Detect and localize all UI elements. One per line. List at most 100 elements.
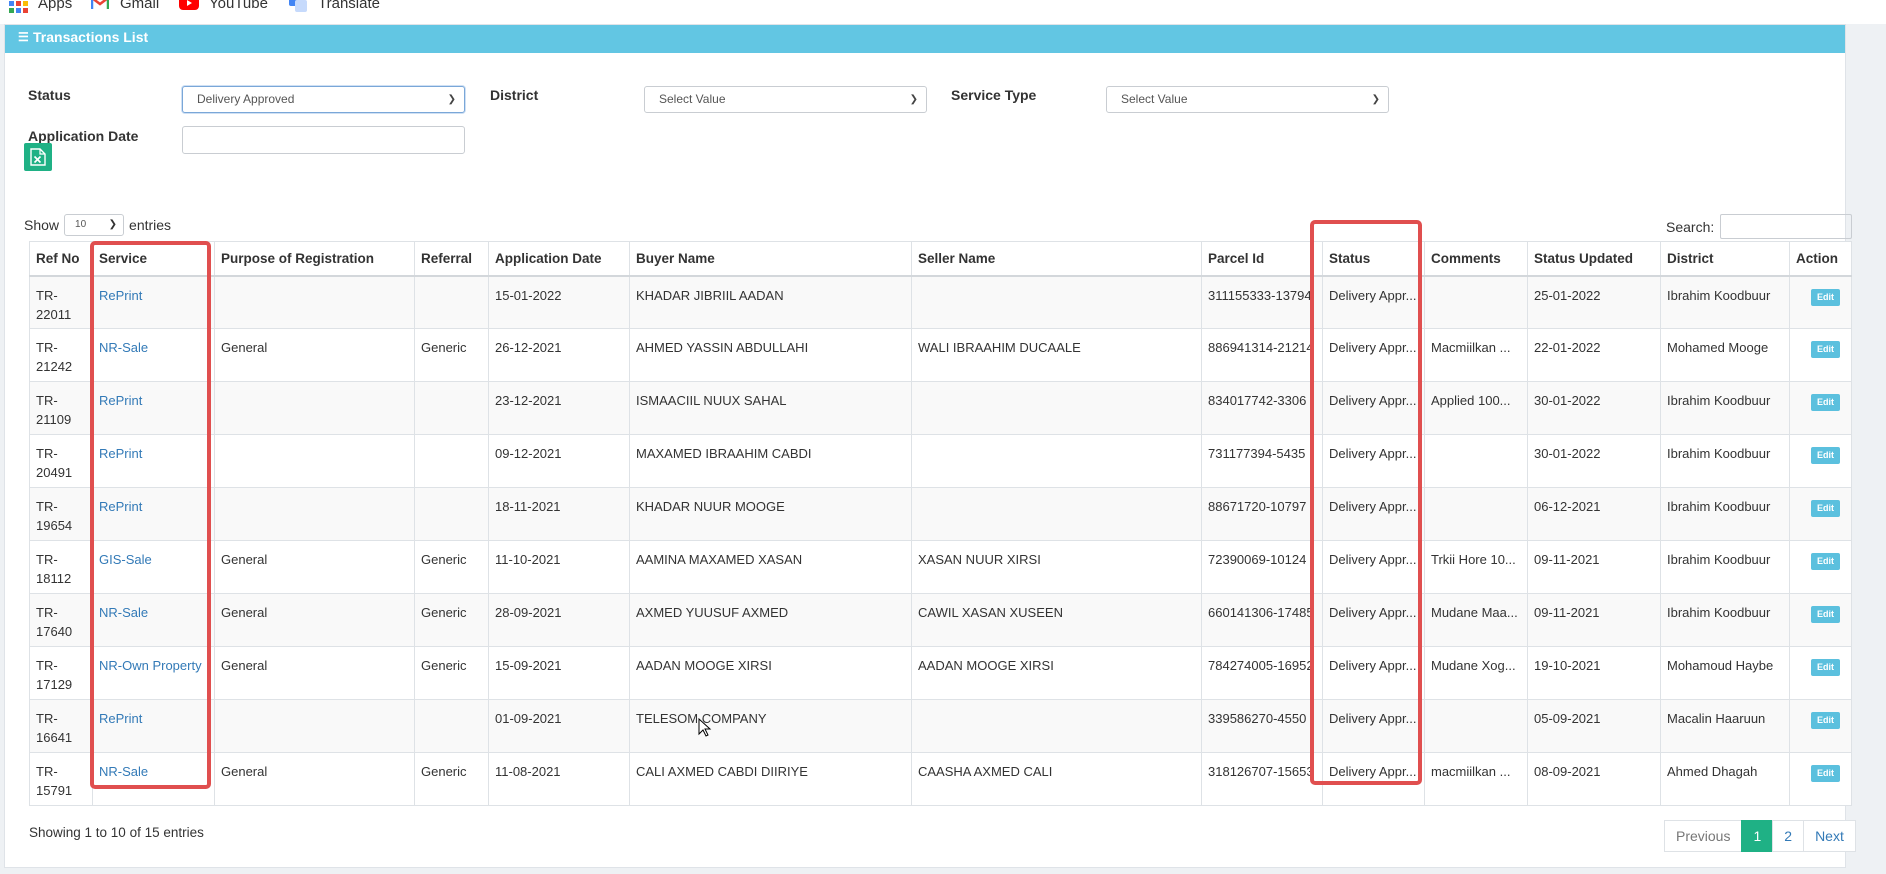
column-header[interactable]: Seller Name bbox=[911, 241, 1202, 277]
seller-name-cell bbox=[911, 487, 1202, 541]
status-cell: Delivery Appr... bbox=[1322, 275, 1425, 329]
comments-cell-text: Applied 100... bbox=[1431, 393, 1511, 408]
length-select[interactable]: 10 ❯ bbox=[64, 214, 125, 236]
edit-button[interactable]: Edit bbox=[1811, 659, 1840, 676]
edit-button[interactable]: Edit bbox=[1811, 341, 1840, 358]
application-date-cell: 01-09-2021 bbox=[488, 699, 630, 753]
edit-button[interactable]: Edit bbox=[1811, 288, 1840, 306]
next-page-button[interactable]: Next bbox=[1803, 820, 1856, 852]
table-row: TR-15791 NR-Sale General Generic 11-08-2021 C… bbox=[29, 752, 1852, 806]
buyer-name-cell: MAXAMED IBRAAHIM CABDI bbox=[629, 434, 912, 488]
column-header[interactable]: Parcel Id bbox=[1201, 241, 1323, 277]
column-header[interactable]: Status Updated bbox=[1527, 241, 1661, 277]
status-updated-cell: 05-09-2021 bbox=[1527, 699, 1661, 753]
service-type-filter-value: Select Value bbox=[1121, 92, 1188, 106]
service-link[interactable]: NR-Sale bbox=[99, 764, 148, 779]
status-filter-select[interactable]: Delivery Approved ❯ bbox=[182, 86, 465, 113]
district-cell-text: Mohamoud Haybe bbox=[1667, 658, 1774, 673]
edit-button[interactable]: Edit bbox=[1811, 394, 1840, 411]
status-updated-cell: 30-01-2022 bbox=[1527, 434, 1661, 488]
status-cell: Delivery Appr... bbox=[1322, 593, 1425, 647]
parcel-id-cell: 834017742-3306 bbox=[1201, 381, 1323, 435]
application-date-cell: 28-09-2021 bbox=[488, 593, 630, 647]
purpose-cell: General bbox=[214, 540, 415, 594]
comments-cell: Mudane Xog... bbox=[1424, 646, 1528, 700]
chevron-down-icon: ❯ bbox=[447, 94, 456, 105]
ref-no-cell-text: TR-16641 bbox=[36, 711, 73, 745]
service-link[interactable]: RePrint bbox=[99, 499, 142, 514]
buyer-name-cell-text: ISMAACIIL NUUX SAHAL bbox=[636, 393, 787, 408]
panel-title: Transactions List bbox=[33, 29, 149, 45]
bookmark-translate[interactable]: Translate bbox=[288, 0, 380, 13]
bookmark-youtube[interactable]: YouTube bbox=[179, 0, 268, 13]
service-link[interactable]: RePrint bbox=[99, 393, 142, 408]
service-link[interactable]: RePrint bbox=[99, 711, 142, 726]
comments-cell: Applied 100... bbox=[1424, 381, 1528, 435]
service-type-filter-select[interactable]: Select Value ❯ bbox=[1106, 86, 1389, 113]
column-header[interactable]: Action bbox=[1789, 241, 1852, 277]
application-date-cell: 15-01-2022 bbox=[488, 275, 630, 329]
buyer-name-cell: AADAN MOOGE XIRSI bbox=[629, 646, 912, 700]
district-cell-text: Ibrahim Koodbuur bbox=[1667, 605, 1771, 620]
referral-cell-text: Generic bbox=[421, 605, 467, 620]
previous-page-button[interactable]: Previous bbox=[1664, 820, 1743, 852]
ref-no-cell: TR-17129 bbox=[29, 646, 93, 700]
district-filter-select[interactable]: Select Value ❯ bbox=[644, 86, 927, 113]
application-date-input[interactable] bbox=[182, 126, 465, 154]
edit-button[interactable]: Edit bbox=[1811, 500, 1840, 517]
district-cell: Ibrahim Koodbuur bbox=[1660, 275, 1790, 329]
parcel-id-cell: 660141306-17485 bbox=[1201, 593, 1323, 647]
referral-cell: Generic bbox=[414, 328, 489, 382]
column-header[interactable]: Status bbox=[1322, 241, 1425, 277]
translate-icon bbox=[288, 0, 308, 13]
service-link[interactable]: NR-Sale bbox=[99, 340, 148, 355]
edit-button[interactable]: Edit bbox=[1811, 606, 1840, 623]
service-cell: NR-Sale bbox=[92, 593, 215, 647]
column-header[interactable]: Purpose of Registration bbox=[214, 241, 415, 277]
district-cell: Macalin Haaruun bbox=[1660, 699, 1790, 753]
district-cell: Mohamed Mooge bbox=[1660, 328, 1790, 382]
column-header[interactable]: Buyer Name bbox=[629, 241, 912, 277]
status-cell: Delivery Appr... bbox=[1322, 540, 1425, 594]
column-header[interactable]: Application Date bbox=[488, 241, 630, 277]
column-header[interactable]: Ref No bbox=[29, 241, 93, 277]
service-link[interactable]: GIS-Sale bbox=[99, 552, 152, 567]
excel-export-button[interactable] bbox=[24, 143, 52, 171]
page-button-2[interactable]: 2 bbox=[1772, 820, 1805, 852]
column-header[interactable]: Service bbox=[92, 241, 215, 277]
status-cell-text: Delivery Appr... bbox=[1329, 499, 1417, 514]
bookmark-apps[interactable]: Apps bbox=[8, 0, 72, 13]
service-link[interactable]: NR-Own Property bbox=[99, 658, 202, 673]
search-input[interactable] bbox=[1720, 214, 1853, 239]
service-link[interactable]: NR-Sale bbox=[99, 605, 148, 620]
edit-button[interactable]: Edit bbox=[1811, 712, 1840, 729]
purpose-cell-text: General bbox=[221, 552, 268, 567]
comments-cell-text: Trkii Hore 10... bbox=[1431, 552, 1516, 567]
status-cell-text: Delivery Appr... bbox=[1329, 446, 1417, 461]
seller-name-cell: AADAN MOOGE XIRSI bbox=[911, 646, 1202, 700]
length-menu: Show 10 ❯ entries bbox=[24, 214, 171, 236]
service-cell: RePrint bbox=[92, 434, 215, 488]
bookmarks-bar: Apps Gmail YouTube Translate bbox=[0, 0, 1886, 24]
table-row: TR-21242 NR-Sale General Generic 26-12-2021 A… bbox=[29, 328, 1852, 382]
edit-button[interactable]: Edit bbox=[1811, 765, 1840, 782]
column-header[interactable]: District bbox=[1660, 241, 1790, 277]
column-header[interactable]: Comments bbox=[1424, 241, 1528, 277]
district-cell-text: Mohamed Mooge bbox=[1667, 340, 1769, 355]
buyer-name-cell-text: KHADAR JIBRIIL AADAN bbox=[636, 287, 784, 303]
column-header[interactable]: Referral bbox=[414, 241, 489, 277]
purpose-cell: General bbox=[214, 593, 415, 647]
service-link[interactable]: RePrint bbox=[99, 288, 142, 303]
length-value: 10 bbox=[75, 219, 87, 230]
service-link[interactable]: RePrint bbox=[99, 446, 142, 461]
list-icon: ☰ bbox=[18, 30, 29, 44]
purpose-cell bbox=[214, 381, 415, 435]
bookmark-gmail[interactable]: Gmail bbox=[90, 0, 159, 13]
status-cell: Delivery Appr... bbox=[1322, 487, 1425, 541]
page-button-1[interactable]: 1 bbox=[1741, 820, 1774, 852]
buyer-name-cell: AHMED YASSIN ABDULLAHI bbox=[629, 328, 912, 382]
edit-button[interactable]: Edit bbox=[1811, 553, 1840, 570]
comments-cell bbox=[1424, 487, 1528, 541]
edit-button[interactable]: Edit bbox=[1811, 447, 1840, 464]
parcel-id-cell-text: 88671720-10797 bbox=[1208, 499, 1307, 514]
